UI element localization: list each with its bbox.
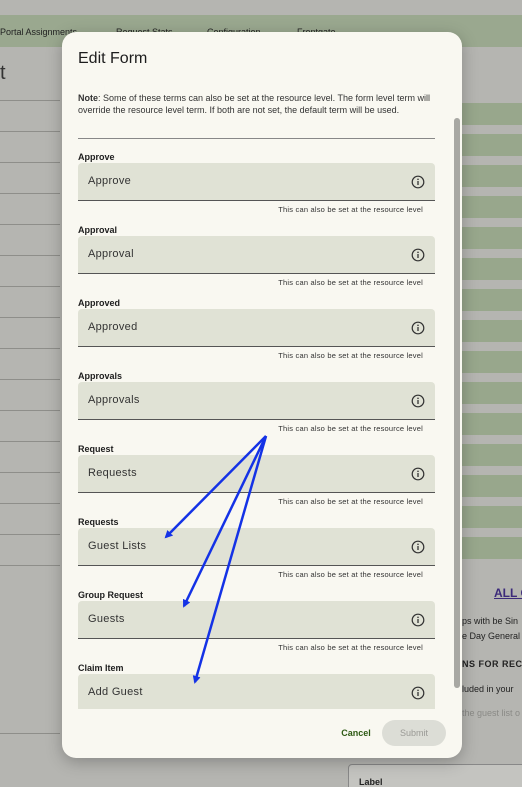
field-helper-text: This can also be set at the resource lev… [278,424,423,433]
field-label: Group Request [78,590,144,600]
field-helper-text: This can also be set at the resource lev… [278,205,423,214]
field-helper-text: This can also be set at the resource lev… [278,351,423,360]
dialog-title: Edit Form [78,50,148,67]
info-icon[interactable] [411,321,425,335]
bg-text-2: e Day General [462,631,521,641]
bg-text-5: the guest list o [462,708,521,718]
request-input[interactable]: Requests [78,455,435,493]
field-claim-item: Claim Item Add Guest [78,663,435,709]
field-helper-text: This can also be set at the resource lev… [278,278,423,287]
all-link[interactable]: ALL C [494,586,522,600]
cancel-button[interactable]: Cancel [332,720,380,746]
field-approvals: Approvals Approvals This can also be set a… [78,371,435,441]
field-value: Guest Lists [88,540,147,552]
divider [0,733,60,734]
field-value: Approvals [88,394,140,406]
field-label: Approve [78,152,115,162]
field-label: Claim Item [78,663,124,673]
info-icon[interactable] [411,248,425,262]
approval-input[interactable]: Approval [78,236,435,274]
field-group-request: Group Request Guests This can also be set … [78,590,435,660]
field-request: Request Requests This can also be set at t… [78,444,435,514]
field-value: Guests [88,613,125,625]
field-approved: Approved Approved This can also be set at … [78,298,435,368]
field-value: Add Guest [88,686,143,698]
field-value: Approval [88,248,134,260]
field-helper-text: This can also be set at the resource lev… [278,570,423,579]
dialog-scroll-area[interactable]: Note: Some of these terms can also be se… [62,84,462,709]
field-helper-text: This can also be set at the resource lev… [278,497,423,506]
info-icon[interactable] [411,175,425,189]
page-title: t [0,62,6,84]
field-value: Approved [88,321,138,333]
field-value: Approve [88,175,132,187]
field-value: Requests [88,467,137,479]
group-request-input[interactable]: Guests [78,601,435,639]
requests-input[interactable]: Guest Lists [78,528,435,566]
field-label: Approved [78,298,121,308]
field-requests: Requests Guest Lists This can also be set … [78,517,435,587]
card-label: Label [359,777,383,787]
note-body: : Some of these terms can also be set at… [78,93,430,115]
bg-text-4: luded in your [462,684,514,694]
edit-form-dialog: Edit Form Note: Some of these terms can … [62,32,462,758]
bg-text-1: ps with be Sin [462,616,519,626]
info-icon[interactable] [411,540,425,554]
note-divider [78,138,435,139]
info-icon[interactable] [411,394,425,408]
submit-button[interactable]: Submit [382,720,446,746]
info-icon[interactable] [411,467,425,481]
approved-input[interactable]: Approved [78,309,435,347]
field-label: Request [78,444,114,454]
field-approve: Approve Approve This can also be set at th… [78,152,435,222]
note-prefix: Note [78,93,98,103]
field-approval: Approval Approval This can also be set at … [78,225,435,295]
info-icon[interactable] [411,613,425,627]
field-label: Approvals [78,371,123,381]
note-text: Note: Some of these terms can also be se… [78,92,430,116]
field-helper-text: This can also be set at the resource lev… [278,643,423,652]
field-label: Requests [78,517,119,527]
claim-item-input[interactable]: Add Guest [78,674,435,709]
approvals-input[interactable]: Approvals [78,382,435,420]
bg-text-3: NS FOR RECE [462,659,522,669]
label-card: Label [348,764,522,787]
field-label: Approval [78,225,118,235]
scrollbar-thumb[interactable] [454,118,460,688]
info-icon[interactable] [411,686,425,700]
approve-input[interactable]: Approve [78,163,435,201]
